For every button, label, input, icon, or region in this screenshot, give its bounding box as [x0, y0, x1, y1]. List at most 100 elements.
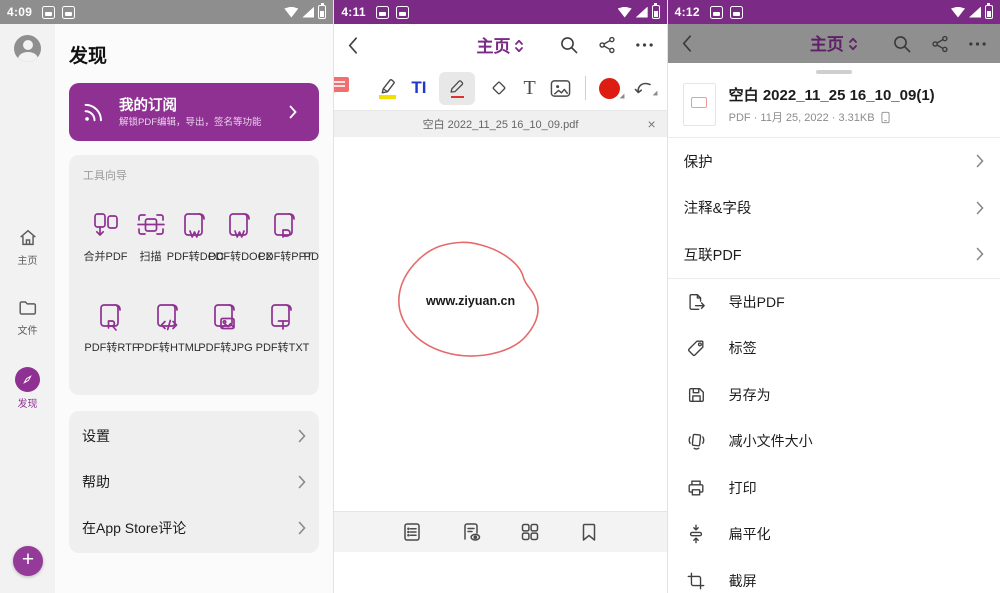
expand-updown-icon: [848, 36, 858, 57]
notification-image-icon: [710, 6, 723, 19]
tool-pdf-to-rtf[interactable]: PDF转RTF: [83, 300, 140, 355]
settings-card: 设置 帮助 在App Store评论: [69, 411, 319, 553]
reduce-size-icon: [686, 431, 706, 451]
action-label: 导出PDF: [729, 292, 785, 312]
bookmark-icon[interactable]: [578, 521, 600, 543]
action-screenshot[interactable]: 截屏: [668, 558, 1000, 593]
battery-icon: [652, 5, 660, 19]
tool-merge-pdf[interactable]: 合并PDF: [83, 209, 128, 264]
action-label: 减小文件大小: [729, 431, 813, 451]
sheet-item-annotations-fields[interactable]: 注释&字段: [668, 185, 1000, 232]
back-button[interactable]: [347, 36, 358, 55]
eraser-tool-button[interactable]: [488, 77, 510, 99]
subscription-banner[interactable]: 我的订阅 解锁PDF编辑，导出，签名等功能: [69, 83, 319, 141]
action-label: 打印: [729, 478, 757, 498]
status-bar: 4:11: [334, 0, 666, 24]
subscription-subtitle: 解锁PDF编辑，导出，签名等功能: [119, 117, 277, 129]
notification-app-icon: [730, 6, 743, 19]
save-as-icon: [686, 385, 706, 405]
color-swatch-button[interactable]: [599, 78, 620, 99]
app-screenshots: 4:09 主页 文件: [0, 0, 1000, 593]
drag-handle[interactable]: [816, 70, 852, 74]
tool-row-2: PDF转RTF PDF转HTML PDF转JPG PDF转TXT: [83, 300, 319, 355]
undo-button[interactable]: [633, 80, 653, 96]
scan-icon: [134, 209, 168, 243]
wifi-icon: [618, 7, 632, 18]
document-tab-name: 空白 2022_11_25 16_10_09.pdf: [334, 116, 666, 132]
chevron-right-icon: [298, 429, 306, 443]
avatar[interactable]: [14, 35, 41, 62]
share-icon[interactable]: [598, 36, 616, 54]
sidebar-item-files[interactable]: 文件: [17, 297, 39, 337]
tool-pdf-to-html[interactable]: PDF转HTML: [140, 300, 197, 355]
chevron-right-icon: [976, 154, 984, 168]
tool-pdf-to-docx[interactable]: PDF转DOCX: [218, 209, 263, 264]
annotation-toolbar: TI T: [334, 66, 666, 110]
tool-guide-title: 工具向导: [83, 167, 319, 183]
sheet-item-connected-pdf[interactable]: 互联PDF: [668, 231, 1000, 278]
menu-item-help[interactable]: 帮助: [69, 459, 319, 505]
status-time: 4:09: [7, 5, 32, 19]
comment-tool-icon[interactable]: [333, 75, 349, 97]
file-name: 空白 2022_11_25 16_10_09(1): [729, 84, 935, 105]
tool-label: PDF转RTF: [84, 339, 138, 355]
sidebar-item-label: 发现: [18, 395, 38, 410]
outline-list-icon[interactable]: [401, 521, 423, 543]
sheet-item-protect[interactable]: 保护: [668, 138, 1000, 185]
image-tool-button[interactable]: [549, 78, 572, 99]
action-print[interactable]: 打印: [668, 465, 1000, 512]
subscription-rss-icon: [81, 99, 107, 125]
tool-pdf-to-ppt[interactable]: PDF转PPT: [263, 209, 308, 264]
tool-row-1: 合并PDF 扫描 PDF转DOC PDF转DOCX: [83, 209, 319, 264]
device-icon: [880, 111, 891, 124]
text-tool-button[interactable]: T: [523, 78, 535, 98]
document-tab[interactable]: 空白 2022_11_25 16_10_09.pdf ×: [334, 110, 666, 137]
action-reduce-file-size[interactable]: 减小文件大小: [668, 418, 1000, 465]
panel-discover: 4:09 主页 文件: [0, 0, 333, 593]
menu-item-label: 帮助: [82, 472, 110, 492]
view-settings-icon[interactable]: [460, 521, 482, 543]
tool-label: 扫描: [140, 248, 162, 264]
file-meta: PDF · 11月 25, 2022 · 3.31KB: [729, 109, 935, 125]
discover-main: 发现 我的订阅 解锁PDF编辑，导出，签名等功能: [55, 24, 333, 593]
page-title: 发现: [69, 41, 319, 68]
wifi-icon: [284, 7, 298, 18]
pencil-tool-button-selected[interactable]: [439, 72, 475, 105]
pdf-canvas[interactable]: www.ziyuan.cn: [334, 137, 666, 552]
action-flatten[interactable]: 扁平化: [668, 511, 1000, 558]
text-insert-tool-button[interactable]: TI: [411, 78, 426, 98]
more-icon[interactable]: [635, 42, 654, 48]
pencil-icon: [447, 78, 467, 95]
action-tags[interactable]: 标签: [668, 325, 1000, 372]
dimmed-header: 主页: [668, 24, 1000, 63]
sidebar: 主页 文件 发现 +: [0, 24, 55, 593]
toolbar-divider: [585, 76, 586, 100]
tool-pdf-to-txt[interactable]: PDF转TXT: [254, 300, 311, 355]
eraser-diamond-icon: [488, 77, 510, 99]
action-save-as[interactable]: 另存为: [668, 372, 1000, 419]
action-label: 扁平化: [729, 524, 771, 544]
tool-pdf-to-xls[interactable]: PDF转XLS: [308, 209, 319, 264]
tool-label: PDF转JPG: [198, 339, 252, 355]
tool-pdf-to-jpg[interactable]: PDF转JPG: [197, 300, 254, 355]
back-button[interactable]: [681, 34, 692, 53]
highlighter-icon: [377, 77, 398, 94]
close-tab-icon[interactable]: ×: [647, 117, 655, 131]
sidebar-item-discover[interactable]: 发现: [15, 367, 40, 410]
menu-item-settings[interactable]: 设置: [69, 413, 319, 459]
menu-item-review[interactable]: 在App Store评论: [69, 505, 319, 551]
highlighter-tool-button[interactable]: [377, 77, 398, 99]
sheet-item-label: 注释&字段: [684, 197, 752, 218]
image-icon: [549, 78, 572, 99]
pdf-to-html-icon: [152, 300, 186, 334]
bottom-sheet: 空白 2022_11_25 16_10_09(1) PDF · 11月 25, …: [668, 70, 1000, 593]
panel-doc-options: 4:12 主页: [667, 0, 1000, 593]
sidebar-item-home[interactable]: 主页: [17, 227, 39, 267]
thumbnails-grid-icon[interactable]: [519, 521, 541, 543]
action-export-pdf[interactable]: 导出PDF: [668, 279, 1000, 326]
add-fab-button[interactable]: +: [13, 546, 43, 576]
print-icon: [686, 478, 706, 498]
status-bar: 4:12: [668, 0, 1000, 24]
search-icon[interactable]: [559, 35, 579, 55]
status-time: 4:11: [341, 5, 366, 19]
